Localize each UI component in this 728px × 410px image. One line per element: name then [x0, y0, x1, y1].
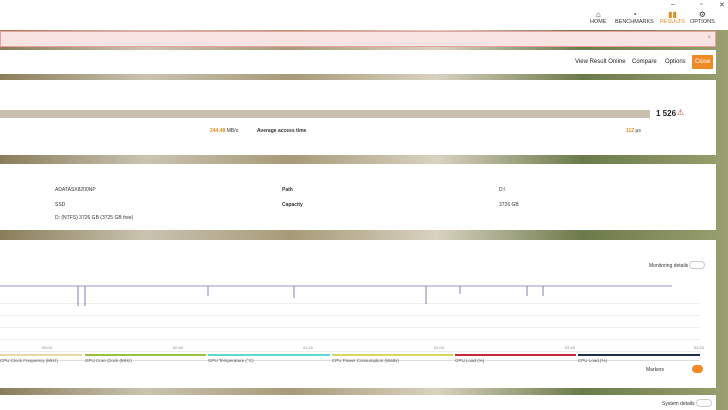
x-tick: 02:40	[565, 345, 576, 350]
window-close-button[interactable]: ✕	[719, 1, 725, 9]
access-time-value: 112	[626, 128, 635, 134]
drive-info: D: (NTFS) 3726 GB (3725 GB free)	[55, 215, 134, 221]
system-card: System details	[0, 395, 716, 410]
markers-toggle[interactable]	[692, 365, 703, 373]
legend-cpu-power[interactable]	[332, 354, 453, 356]
nav-label: BENCHMARKS	[615, 19, 654, 25]
score-bar	[0, 110, 650, 118]
markers-label: Markers	[646, 367, 665, 373]
nav-label: OPTIONS	[690, 19, 715, 25]
monitoring-chart	[0, 285, 672, 306]
options-button[interactable]: Options	[662, 55, 689, 69]
x-tick: 03:20	[694, 345, 705, 350]
system-details-label: System details	[662, 401, 695, 407]
nav-label: HOME	[590, 19, 607, 25]
legend-label: GPU Temperature (°C)	[208, 358, 254, 363]
banner-close-button[interactable]: ×	[707, 35, 711, 41]
legend-gpu-load[interactable]	[455, 354, 576, 356]
legend-label: GPU Load (%)	[455, 358, 485, 363]
legend-gpu-temp[interactable]	[208, 354, 330, 356]
gear-icon: ⚙	[698, 10, 706, 19]
legend-gpu-clock[interactable]	[85, 354, 206, 356]
nav-home[interactable]: ⌂ HOME	[590, 10, 607, 25]
result-actions: View Result Online Compare Options Close	[0, 50, 716, 74]
view-result-online-button[interactable]: View Result Online	[572, 55, 629, 69]
capacity-label: Capacity	[282, 202, 303, 208]
close-button[interactable]: Close	[692, 55, 714, 69]
capacity-value: 3726 GB	[499, 202, 519, 208]
path-value: D:\	[499, 187, 506, 193]
nav-label: RESULTS	[660, 19, 685, 25]
bar-chart-icon: ▮▮	[668, 10, 677, 19]
legend-label: CPU Power Consumption (Watts)	[332, 358, 399, 363]
compare-button[interactable]: Compare	[629, 55, 660, 69]
access-time-label: Average access time	[257, 128, 307, 134]
drive-type: SSD	[55, 202, 66, 208]
score-value: 1 526	[656, 109, 677, 118]
drive-model: ADATASX8200NP	[55, 187, 96, 193]
top-bar: – ▫ ✕ ⌂ HOME ◔ BENCHMARKS ▮▮ RESULTS ⚙ OPTIO…	[0, 0, 728, 30]
minimize-button[interactable]: –	[671, 1, 675, 8]
notification-banner: ×	[0, 31, 716, 47]
x-tick: 00:40	[173, 345, 184, 350]
legend-cpu-clock[interactable]	[0, 354, 82, 356]
nav-options[interactable]: ⚙ OPTIONS	[690, 10, 715, 25]
legend-label: CPU Load (%)	[578, 358, 608, 363]
bandwidth-value: 244.48	[210, 128, 226, 134]
access-time-unit: μs	[635, 128, 641, 134]
x-tick: 02:00	[434, 345, 445, 350]
monitoring-card: Monitoring details 00:00 00:40 01:20 02:…	[0, 240, 716, 388]
legend-label: GPU Core Clock (MHz)	[85, 358, 132, 363]
monitoring-details-toggle[interactable]	[689, 261, 705, 269]
legend-label: CPU Clock Frequency (MHz)	[0, 358, 59, 363]
x-tick: 01:20	[303, 345, 314, 350]
nav-results[interactable]: ▮▮ RESULTS	[660, 10, 685, 25]
details-card: ADATASX8200NP SSD D: (NTFS) 3726 GB (372…	[0, 164, 716, 230]
monitoring-details-label: Monitoring details	[649, 263, 689, 269]
gauge-icon: ◔	[631, 10, 637, 19]
warning-icon: ⚠	[677, 108, 685, 117]
legend-cpu-load[interactable]	[578, 354, 700, 356]
nav-benchmarks[interactable]: ◔ BENCHMARKS	[615, 10, 654, 25]
home-icon: ⌂	[595, 10, 601, 19]
bandwidth-unit: MB/s	[226, 128, 239, 134]
system-details-toggle[interactable]	[696, 399, 712, 407]
maximize-button[interactable]: ▫	[700, 1, 702, 8]
x-tick: 00:00	[42, 345, 53, 350]
path-label: Path	[282, 187, 293, 193]
